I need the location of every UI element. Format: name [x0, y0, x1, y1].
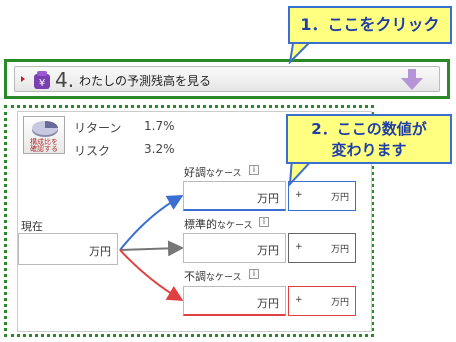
section-number: 4.: [55, 68, 75, 92]
current-balance-field: 万円: [18, 233, 118, 265]
standard-case-info-icon[interactable]: i: [259, 217, 269, 227]
callout-text-line2: 変わります: [331, 141, 407, 159]
svg-text:¥: ¥: [39, 78, 45, 89]
good-case-label: 好調なケース: [184, 166, 242, 179]
return-value: 1.7%: [144, 119, 175, 133]
bad-case-balance-field: 万円: [183, 286, 286, 316]
yen-purse-icon: ¥: [34, 71, 50, 89]
view-allocation-button[interactable]: 構成比を 確認する: [23, 116, 65, 154]
predicted-balance-toggle-button[interactable]: ¥ 4. わたしの予測残高を見る: [14, 66, 440, 92]
down-arrow-icon[interactable]: [400, 69, 424, 91]
allocation-button-label: 構成比を 確認する: [30, 138, 58, 153]
risk-label: リスク: [74, 144, 111, 158]
projection-arrows: [119, 195, 184, 302]
standard-case-balance-field: 万円: [183, 233, 286, 263]
callout-click-here: 1．ここをクリック: [288, 6, 452, 44]
pie-chart-icon: [32, 121, 58, 137]
bullet-triangle-icon: [21, 76, 25, 82]
predicted-balance-section: ¥ 4. わたしの予測残高を見る: [4, 59, 450, 99]
standard-case-label: 標準的なケース: [184, 218, 253, 231]
good-case-arrow: [119, 195, 184, 251]
current-label: 現在: [21, 220, 43, 233]
callout-values-change: 2．ここの数値が 変わります: [286, 114, 452, 164]
bad-case-info-icon[interactable]: i: [249, 269, 259, 279]
bad-case-arrow: [119, 249, 184, 302]
standard-case-delta-field: + 万円: [288, 233, 356, 263]
risk-value: 3.2%: [144, 142, 175, 156]
bad-case-delta-field: + 万円: [288, 286, 356, 316]
current-unit: 万円: [89, 245, 111, 258]
bad-case-label: 不調なケース: [184, 270, 242, 283]
good-case-balance-field: 万円: [183, 181, 286, 211]
standard-case-arrow: [119, 240, 184, 257]
good-case-info-icon[interactable]: i: [249, 165, 259, 175]
section-title: わたしの予測残高を見る: [79, 74, 212, 88]
callout-text-line1: 2．ここの数値が: [311, 120, 427, 138]
return-label: リターン: [74, 121, 122, 135]
callout-text: 1．ここをクリック: [300, 15, 440, 34]
